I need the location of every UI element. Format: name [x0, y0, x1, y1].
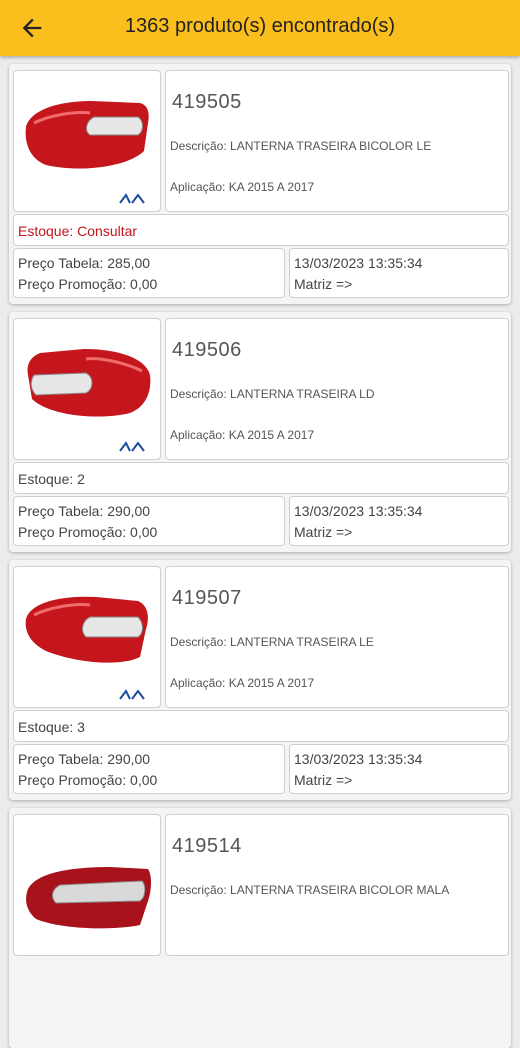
product-application: Aplicação: KA 2015 A 2017: [170, 180, 315, 194]
price-promo: Preço Promoção: 0,00: [18, 524, 158, 540]
price-promo: Preço Promoção: 0,00: [18, 276, 158, 292]
date-box[interactable]: 13/03/2023 13:35:34 Matriz =>: [289, 744, 509, 794]
product-image-frame[interactable]: [13, 814, 161, 956]
tail-light-image: [25, 101, 149, 169]
product-info[interactable]: 419507 Descrição: LANTERNA TRASEIRA LE A…: [165, 566, 509, 708]
product-image-frame[interactable]: [13, 70, 161, 212]
product-code: 419514: [172, 835, 242, 857]
brand-logo: [119, 193, 145, 204]
price-table: Preço Tabela: 290,00: [18, 751, 151, 767]
update-date: 13/03/2023 13:35:34: [294, 751, 423, 767]
date-box[interactable]: 13/03/2023 13:35:34 Matriz =>: [289, 248, 509, 298]
brand-logo: [119, 689, 145, 700]
product-card[interactable]: 419506 Descrição: LANTERNA TRASEIRA LD A…: [9, 312, 511, 552]
price-box: Preço Tabela: 285,00 Preço Promoção: 0,0…: [13, 248, 285, 298]
brand-logo: [119, 441, 145, 452]
product-application: Aplicação: KA 2015 A 2017: [170, 676, 315, 690]
product-info[interactable]: 419506 Descrição: LANTERNA TRASEIRA LD A…: [165, 318, 509, 460]
price-promo: Preço Promoção: 0,00: [18, 772, 158, 788]
price-table: Preço Tabela: 290,00: [18, 503, 151, 519]
price-box: Preço Tabela: 290,00 Preço Promoção: 0,0…: [13, 744, 285, 794]
price-table: Preço Tabela: 285,00: [18, 255, 151, 271]
tail-light-image: [25, 596, 148, 663]
tail-light-image: [26, 867, 151, 929]
product-code: 419505: [172, 91, 242, 113]
product-code: 419507: [172, 587, 242, 609]
price-box: Preço Tabela: 290,00 Preço Promoção: 0,0…: [13, 496, 285, 546]
product-description: Descrição: LANTERNA TRASEIRA BICOLOR LE: [170, 139, 432, 153]
product-info[interactable]: 419514 Descrição: LANTERNA TRASEIRA BICO…: [165, 814, 509, 956]
product-description: Descrição: LANTERNA TRASEIRA LE: [170, 635, 374, 649]
stock-label: Estoque: Consultar: [18, 223, 138, 239]
product-card[interactable]: 419505 Descrição: LANTERNA TRASEIRA BICO…: [9, 64, 511, 304]
update-date: 13/03/2023 13:35:34: [294, 255, 423, 271]
product-image-frame[interactable]: [13, 566, 161, 708]
product-description: Descrição: LANTERNA TRASEIRA BICOLOR MAL…: [170, 883, 450, 897]
app-bar: 1363 produto(s) encontrado(s): [0, 0, 520, 56]
stock-box[interactable]: Estoque: 3: [13, 710, 509, 742]
stock-box[interactable]: Estoque: Consultar: [13, 214, 509, 246]
branch-link[interactable]: Matriz =>: [294, 524, 352, 540]
product-image-frame[interactable]: [13, 318, 161, 460]
branch-link[interactable]: Matriz =>: [294, 772, 352, 788]
tail-light-image: [27, 349, 151, 417]
date-box[interactable]: 13/03/2023 13:35:34 Matriz =>: [289, 496, 509, 546]
product-description: Descrição: LANTERNA TRASEIRA LD: [170, 387, 375, 401]
product-code: 419506: [172, 339, 242, 361]
product-info[interactable]: 419505 Descrição: LANTERNA TRASEIRA BICO…: [165, 70, 509, 212]
update-date: 13/03/2023 13:35:34: [294, 503, 423, 519]
product-card[interactable]: 419514 Descrição: LANTERNA TRASEIRA BICO…: [9, 808, 511, 1048]
product-application: Aplicação: KA 2015 A 2017: [170, 428, 315, 442]
stock-label: Estoque: 2: [18, 471, 85, 487]
page-title: 1363 produto(s) encontrado(s): [124, 15, 396, 37]
branch-link[interactable]: Matriz =>: [294, 276, 352, 292]
stock-label: Estoque: 3: [18, 719, 85, 735]
product-card[interactable]: 419507 Descrição: LANTERNA TRASEIRA LE A…: [9, 560, 511, 800]
stock-box[interactable]: Estoque: 2: [13, 462, 509, 494]
